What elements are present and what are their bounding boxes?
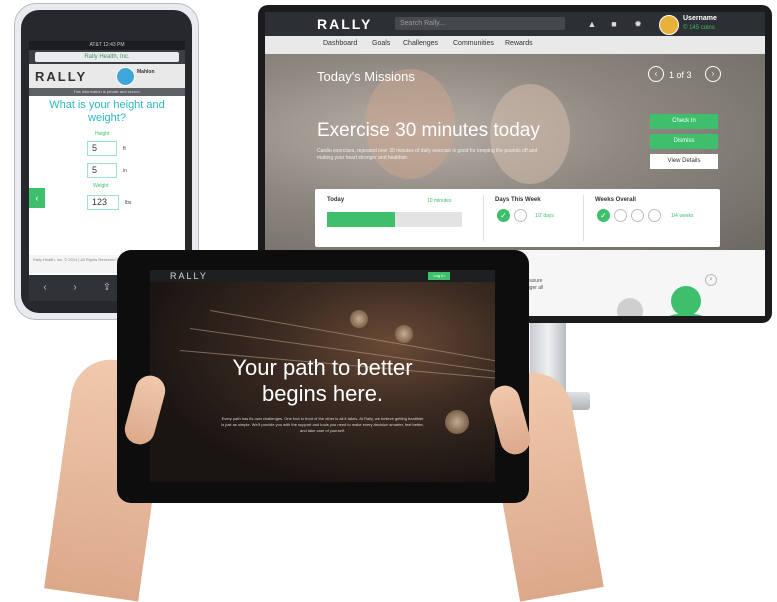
prev-mission-button[interactable]: ‹: [648, 66, 664, 82]
url-bar: Rally Health, Inc.: [29, 50, 185, 64]
mission-paging: 1 of 3: [669, 70, 692, 80]
empty-circle-icon: [514, 209, 527, 222]
dismiss-button[interactable]: Dismiss: [650, 134, 718, 149]
privacy-banner: This information is private and secure.: [29, 88, 185, 96]
back-arrow-button[interactable]: ‹: [29, 188, 45, 208]
progress-stats-card: Today 10 minutes Days This Week ✓ 1/2 da…: [315, 189, 720, 247]
username[interactable]: Username: [683, 15, 717, 22]
phone-header: RALLY Mahlon: [29, 64, 185, 88]
forward-icon[interactable]: ›: [69, 282, 81, 294]
feet-unit: ft: [123, 146, 126, 152]
check-icon: ✓: [497, 209, 510, 222]
headline-line-2: begins here.: [261, 381, 384, 406]
search-input[interactable]: Search Rally...: [395, 17, 565, 30]
share-icon[interactable]: ⇪: [101, 282, 113, 294]
nav-challenges[interactable]: Challenges: [403, 40, 438, 47]
weight-label: Weight: [93, 183, 109, 189]
coin-count: © 145 coins: [683, 25, 715, 31]
guitar-peg: [395, 325, 413, 343]
nav-dashboard[interactable]: Dashboard: [323, 40, 357, 47]
gear-icon[interactable]: ✹: [631, 17, 645, 31]
mission-description: Cardio exercises, repeated over 30 minut…: [317, 148, 538, 161]
inches-unit: in: [123, 168, 127, 174]
weight-unit: lbs: [125, 200, 132, 206]
feet-input[interactable]: 5: [87, 141, 117, 156]
weeks-value: 1/4 weeks: [671, 213, 694, 219]
guitar-peg: [445, 410, 469, 434]
view-details-button[interactable]: View Details: [650, 154, 718, 169]
guitar-peg: [350, 310, 368, 328]
today-progress-fill: [327, 212, 395, 227]
nav-communities[interactable]: Communities: [453, 40, 494, 47]
next-mission-button[interactable]: ›: [705, 66, 721, 82]
person-icon-body: [655, 314, 717, 316]
desktop-top-bar: RALLY Search Rally... ▲ ■ ✹ Username © 1…: [265, 12, 765, 36]
close-icon[interactable]: ×: [705, 274, 717, 286]
headline-line-1: Your path to better: [232, 355, 413, 380]
check-in-button[interactable]: Check In: [650, 114, 718, 129]
mission-heading: Exercise 30 minutes today: [317, 120, 540, 141]
inches-input[interactable]: 5: [87, 163, 117, 178]
nav-goals[interactable]: Goals: [372, 40, 390, 47]
question-heading: What is your height and weight?: [49, 99, 165, 124]
empty-circle-icon: [631, 209, 644, 222]
login-button[interactable]: Log In: [428, 272, 450, 280]
nav-rewards[interactable]: Rewards: [505, 40, 533, 47]
hero-subtext: Every path has its own challenges. One f…: [221, 416, 424, 433]
check-icon: ✓: [597, 209, 610, 222]
missions-title: Today's Missions: [317, 69, 415, 84]
height-label: Height: [95, 131, 110, 137]
avatar[interactable]: [659, 15, 679, 35]
message-icon[interactable]: ■: [607, 17, 621, 31]
status-bar: AT&T 12:43 PM: [29, 41, 185, 50]
url-field[interactable]: Rally Health, Inc.: [35, 52, 179, 62]
tablet-top-bar: RALLY Log In: [150, 270, 495, 282]
today-label: Today: [327, 197, 345, 203]
alert-icon[interactable]: ▲: [585, 17, 599, 31]
person-icon: [671, 286, 701, 316]
person-icon: [617, 298, 643, 316]
username[interactable]: Mahlon: [137, 69, 155, 75]
main-nav: Dashboard Goals Challenges Communities R…: [265, 36, 765, 55]
stat-divider: [583, 195, 584, 241]
weight-input[interactable]: 123: [87, 195, 119, 210]
tablet: RALLY Log In Your path to better begins …: [117, 250, 529, 503]
days-value: 1/2 days: [535, 213, 554, 219]
back-icon[interactable]: ‹: [39, 282, 51, 294]
stat-divider: [483, 195, 484, 241]
today-value: 10 minutes: [427, 198, 452, 204]
rally-logo[interactable]: RALLY: [35, 69, 87, 84]
today-progress-bar: [327, 212, 462, 227]
empty-circle-icon: [648, 209, 661, 222]
empty-circle-icon: [614, 209, 627, 222]
days-label: Days This Week: [495, 197, 541, 203]
avatar[interactable]: [116, 67, 135, 86]
weeks-label: Weeks Overall: [595, 197, 636, 203]
tablet-screen: RALLY Log In Your path to better begins …: [150, 270, 495, 482]
hero-headline: Your path to better begins here.: [150, 355, 495, 407]
rally-logo[interactable]: RALLY: [317, 16, 372, 32]
rally-logo[interactable]: RALLY: [170, 271, 208, 281]
